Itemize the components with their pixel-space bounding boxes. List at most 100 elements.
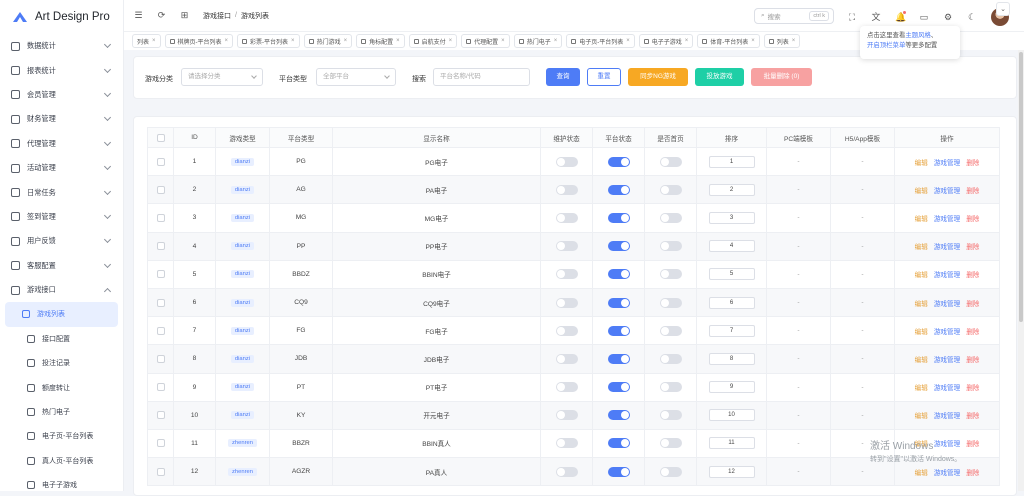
edit-button[interactable]: 编辑 xyxy=(915,329,928,336)
homepage-toggle[interactable] xyxy=(659,297,682,308)
sidebar-subitem[interactable]: 投注记录 xyxy=(5,351,118,375)
sort-input[interactable]: 5 xyxy=(708,268,755,281)
sidebar-subitem[interactable]: 额度转让 xyxy=(5,375,118,399)
sort-input[interactable]: 6 xyxy=(708,296,755,309)
page-tab[interactable]: 彩票-平台列表 × xyxy=(237,34,300,48)
game-manage-button[interactable]: 游戏管理 xyxy=(934,470,960,477)
sidebar-item[interactable]: 签到管理 xyxy=(0,205,123,229)
sidebar-subitem[interactable]: 真人页-平台列表 xyxy=(5,449,118,473)
notification-bell-icon[interactable]: 🔔 xyxy=(895,11,906,22)
delete-button[interactable]: 删除 xyxy=(966,385,979,392)
app-logo[interactable]: Art Design Pro xyxy=(0,0,123,34)
close-icon[interactable]: × xyxy=(554,38,558,44)
homepage-toggle[interactable] xyxy=(659,156,682,167)
page-scrollbar[interactable] xyxy=(1018,50,1024,491)
sidebar-subitem[interactable]: 电子页-平台列表 xyxy=(5,424,118,448)
edit-button[interactable]: 编辑 xyxy=(915,244,928,251)
tooltip-link-theme[interactable]: 主题风格 xyxy=(905,32,931,39)
sidebar-item[interactable]: 代理管理 xyxy=(0,132,123,156)
row-checkbox[interactable] xyxy=(156,298,165,307)
platform-status-toggle[interactable] xyxy=(607,410,630,421)
platform-status-toggle[interactable] xyxy=(607,325,630,336)
edit-button[interactable]: 编辑 xyxy=(915,272,928,279)
platform-search-input[interactable]: 平台名称/代码 xyxy=(433,68,530,86)
sidebar-item[interactable]: 游戏接口 xyxy=(0,278,123,302)
close-icon[interactable]: × xyxy=(396,38,400,44)
tooltip-link-topmenu[interactable]: 开启顶栏菜单 xyxy=(867,42,905,49)
page-tab[interactable]: 棋牌页-平台列表 × xyxy=(164,34,234,48)
batch-delete-button[interactable]: 批量删除 (0) xyxy=(751,68,812,86)
query-button[interactable]: 查询 xyxy=(546,68,580,86)
sidebar-item[interactable]: 财务管理 xyxy=(0,107,123,131)
homepage-toggle[interactable] xyxy=(659,353,682,364)
chat-icon[interactable]: ▭ xyxy=(919,12,929,22)
platform-status-toggle[interactable] xyxy=(607,353,630,364)
sort-input[interactable]: 4 xyxy=(708,240,755,253)
homepage-toggle[interactable] xyxy=(659,212,682,223)
platform-status-toggle[interactable] xyxy=(607,438,630,449)
platform-status-toggle[interactable] xyxy=(607,241,630,252)
close-icon[interactable]: × xyxy=(501,38,505,44)
sidebar-item[interactable]: 客服配置 xyxy=(0,254,123,278)
breadcrumb-item[interactable]: 游戏接口 xyxy=(203,11,231,21)
game-manage-button[interactable]: 游戏管理 xyxy=(934,301,960,308)
homepage-toggle[interactable] xyxy=(659,241,682,252)
select-all-header[interactable] xyxy=(147,127,174,148)
reset-button[interactable]: 重置 xyxy=(587,68,621,86)
edit-button[interactable]: 编辑 xyxy=(915,413,928,420)
row-checkbox[interactable] xyxy=(156,383,165,392)
sort-input[interactable]: 9 xyxy=(708,381,755,394)
page-tab[interactable]: 代理配置 × xyxy=(461,34,510,48)
maintenance-toggle[interactable] xyxy=(555,382,578,393)
global-search[interactable]: ⌕ 搜索 ctrl k xyxy=(754,8,834,24)
edit-button[interactable]: 编辑 xyxy=(915,188,928,195)
sort-input[interactable]: 1 xyxy=(708,155,755,168)
sidebar-item[interactable]: 数据统计 xyxy=(0,34,123,58)
sidebar-subitem[interactable]: 热门电子 xyxy=(5,400,118,424)
platform-status-toggle[interactable] xyxy=(607,156,630,167)
refresh-icon[interactable]: ⟳ xyxy=(157,11,166,20)
homepage-toggle[interactable] xyxy=(659,184,682,195)
edit-button[interactable]: 编辑 xyxy=(915,357,928,364)
edit-button[interactable]: 编辑 xyxy=(915,160,928,167)
delete-button[interactable]: 删除 xyxy=(966,272,979,279)
delete-button[interactable]: 删除 xyxy=(966,441,979,448)
page-tab[interactable]: 体育-平台列表 × xyxy=(697,34,760,48)
sidebar-item[interactable]: 日常任务 xyxy=(0,180,123,204)
settings-gear-icon[interactable]: ⚙ xyxy=(943,12,953,22)
page-tab[interactable]: 启航支付 × xyxy=(408,34,458,48)
row-checkbox[interactable] xyxy=(156,411,165,420)
page-tab[interactable]: 列表 × xyxy=(132,34,161,48)
release-games-button[interactable]: 投放游戏 xyxy=(695,68,744,86)
row-checkbox[interactable] xyxy=(156,467,165,476)
maintenance-toggle[interactable] xyxy=(555,184,578,195)
game-manage-button[interactable]: 游戏管理 xyxy=(934,413,960,420)
fullscreen-icon[interactable]: ⛶ xyxy=(847,12,857,22)
close-icon[interactable]: × xyxy=(152,38,156,44)
category-select[interactable]: 请选择分类 xyxy=(181,68,263,86)
sidebar-subitem[interactable]: 游戏列表 xyxy=(5,302,118,327)
dark-mode-moon-icon[interactable]: ☾ xyxy=(967,12,977,22)
row-checkbox[interactable] xyxy=(156,354,165,363)
close-icon[interactable]: × xyxy=(449,38,453,44)
page-tab[interactable]: 热门游戏 × xyxy=(303,34,353,48)
menu-fold-icon[interactable]: ☰ xyxy=(134,11,143,20)
row-checkbox[interactable] xyxy=(156,213,165,222)
game-manage-button[interactable]: 游戏管理 xyxy=(934,357,960,364)
maintenance-toggle[interactable] xyxy=(555,156,578,167)
page-tab[interactable]: 角标配置 × xyxy=(356,34,405,48)
platform-status-toggle[interactable] xyxy=(607,466,630,477)
close-icon[interactable]: × xyxy=(344,38,348,44)
translate-icon[interactable]: 文 xyxy=(871,12,881,22)
homepage-toggle[interactable] xyxy=(659,382,682,393)
maintenance-toggle[interactable] xyxy=(555,269,578,280)
sidebar-item[interactable]: 报表统计 xyxy=(0,58,123,82)
sort-input[interactable]: 7 xyxy=(708,324,755,337)
sidebar-subitem[interactable]: 接口配置 xyxy=(5,327,118,351)
sort-input[interactable]: 11 xyxy=(708,437,755,450)
maintenance-toggle[interactable] xyxy=(555,410,578,421)
game-manage-button[interactable]: 游戏管理 xyxy=(934,188,960,195)
delete-button[interactable]: 删除 xyxy=(966,188,979,195)
sidebar-item[interactable]: 用户反馈 xyxy=(0,229,123,253)
maintenance-toggle[interactable] xyxy=(555,241,578,252)
